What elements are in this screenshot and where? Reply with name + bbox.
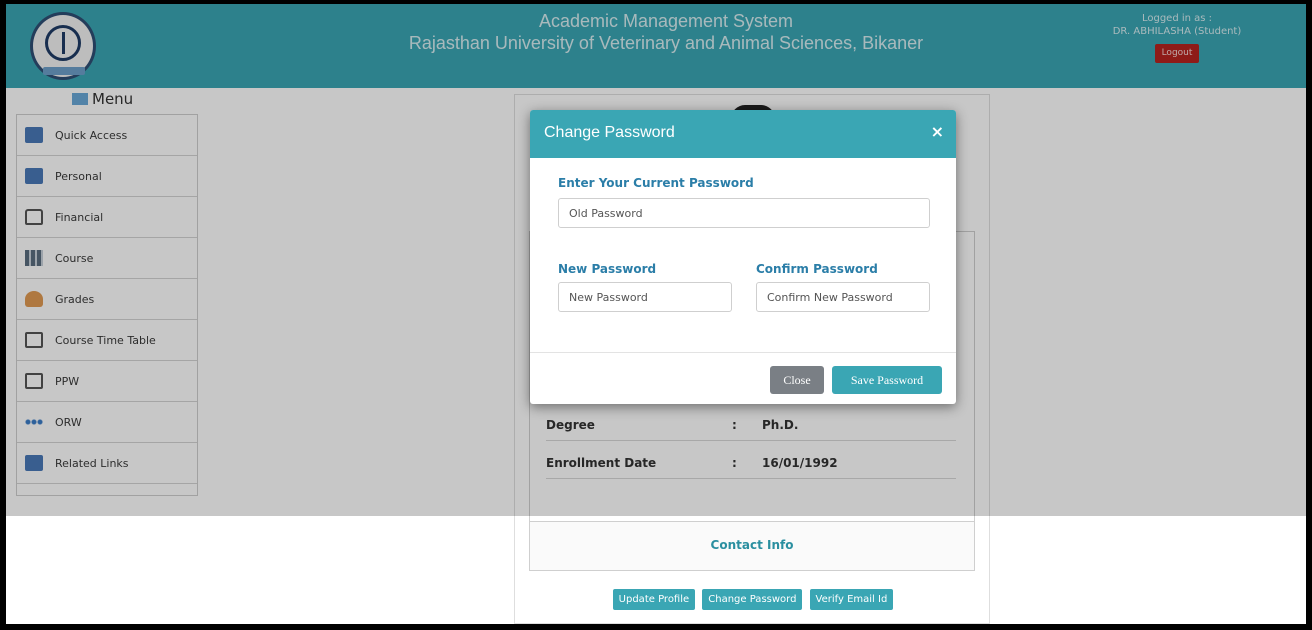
contact-info-header[interactable]: Contact Info	[529, 521, 975, 571]
new-password-label: New Password	[558, 262, 657, 276]
verify-email-button[interactable]: Verify Email Id	[809, 589, 894, 610]
close-button[interactable]: Close	[770, 366, 824, 394]
profile-action-buttons: Update Profile Change Password Verify Em…	[515, 587, 991, 610]
modal-header: Change Password ×	[530, 110, 956, 158]
save-password-button[interactable]: Save Password	[832, 366, 942, 394]
current-password-label: Enter Your Current Password	[558, 176, 754, 190]
change-password-modal: Change Password × Enter Your Current Pas…	[530, 110, 956, 404]
modal-title: Change Password	[544, 124, 675, 141]
modal-footer: Close Save Password	[530, 352, 956, 404]
current-password-input[interactable]	[558, 198, 930, 228]
update-profile-button[interactable]: Update Profile	[612, 589, 696, 610]
confirm-password-input[interactable]	[756, 282, 930, 312]
new-password-input[interactable]	[558, 282, 732, 312]
browser-frame: Academic Management System Rajasthan Uni…	[6, 4, 1306, 624]
change-password-button[interactable]: Change Password	[702, 589, 803, 610]
confirm-password-label: Confirm Password	[756, 262, 878, 276]
close-icon[interactable]: ×	[931, 122, 944, 141]
